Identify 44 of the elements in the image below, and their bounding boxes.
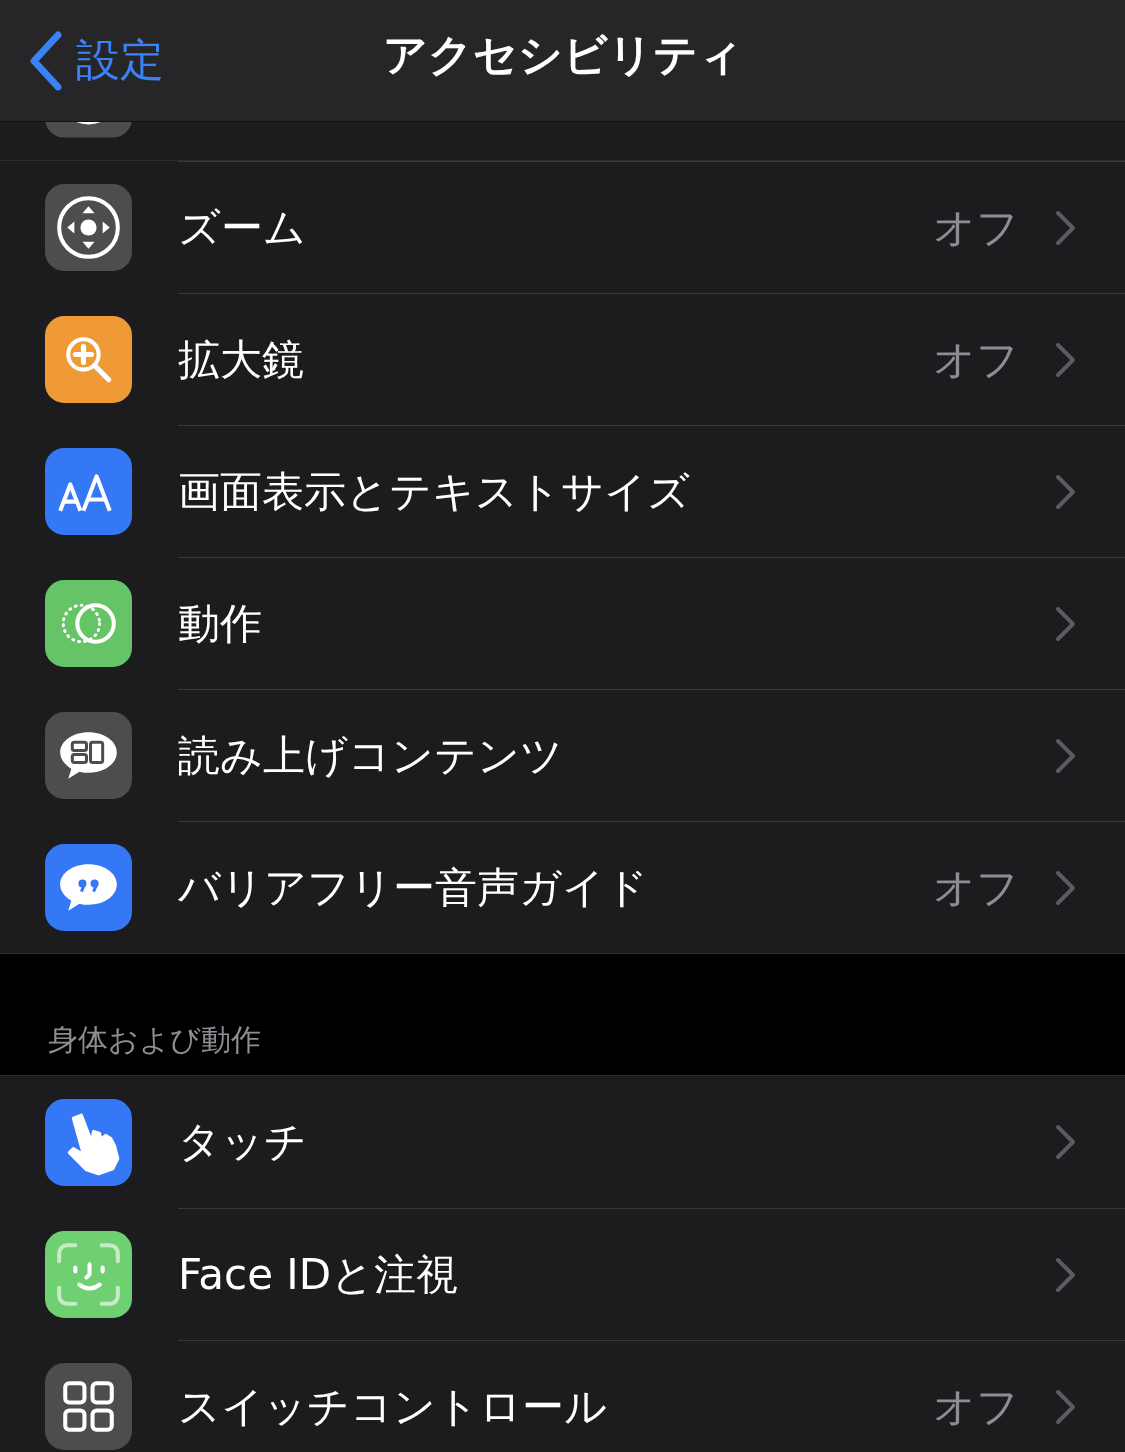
chevron-icon <box>1055 341 1077 378</box>
magnifier-icon <box>45 315 132 403</box>
row-label: 読み上げコンテンツ <box>178 729 564 782</box>
settings-row[interactable]: 動作 <box>0 557 1125 689</box>
row-value: オフ <box>933 333 1019 386</box>
text-size-icon <box>45 447 132 535</box>
quote-bubble-icon <box>45 843 132 931</box>
speech-bubble-icon <box>45 711 132 799</box>
row-label: 動作 <box>178 597 263 650</box>
zoom-icon <box>45 183 132 271</box>
row-value: オフ <box>933 201 1019 254</box>
chevron-icon <box>1055 737 1077 774</box>
row-value: オフ <box>933 861 1019 914</box>
row-label: Face IDと注視 <box>178 1248 460 1301</box>
grid-icon <box>45 1362 132 1450</box>
back-chevron-icon <box>28 30 64 91</box>
back-button[interactable]: 設定 <box>28 30 164 91</box>
row-label: 拡大鏡 <box>178 333 305 386</box>
row-label: バリアフリー音声ガイド <box>178 861 649 914</box>
settings-row[interactable]: 読み上げコンテンツ <box>0 689 1125 821</box>
chevron-icon <box>1055 605 1077 642</box>
chevron-icon <box>1055 1256 1077 1293</box>
screen-title: アクセシビリティ <box>382 27 743 82</box>
chevron-icon <box>1055 473 1077 510</box>
settings-row[interactable]: スイッチコントロール オフ <box>0 1340 1125 1452</box>
row-label: ズーム <box>178 201 307 254</box>
row-label: 画面表示とテキストサイズ <box>178 465 691 518</box>
settings-row[interactable]: ズーム オフ <box>0 161 1125 293</box>
row-label: タッチ <box>178 1116 308 1168</box>
settings-row[interactable]: バリアフリー音声ガイド オフ <box>0 821 1125 953</box>
section-header: 身体および動作 <box>47 1021 262 1059</box>
motion-icon <box>45 579 132 667</box>
row-label: スイッチコントロール <box>178 1380 608 1433</box>
face-icon <box>45 1230 132 1318</box>
chevron-icon <box>1055 1124 1077 1160</box>
settings-row[interactable]: タッチ <box>0 1076 1125 1208</box>
chevron-icon <box>1055 209 1077 246</box>
chevron-icon <box>1055 869 1077 906</box>
settings-row[interactable]: Face IDと注視 <box>0 1208 1125 1340</box>
settings-row[interactable]: 画面表示とテキストサイズ <box>0 425 1125 557</box>
settings-row[interactable]: 拡大鏡 オフ <box>0 293 1125 425</box>
row-value: オフ <box>933 1380 1019 1433</box>
chevron-icon <box>1055 1388 1077 1425</box>
hand-icon <box>45 1098 132 1186</box>
